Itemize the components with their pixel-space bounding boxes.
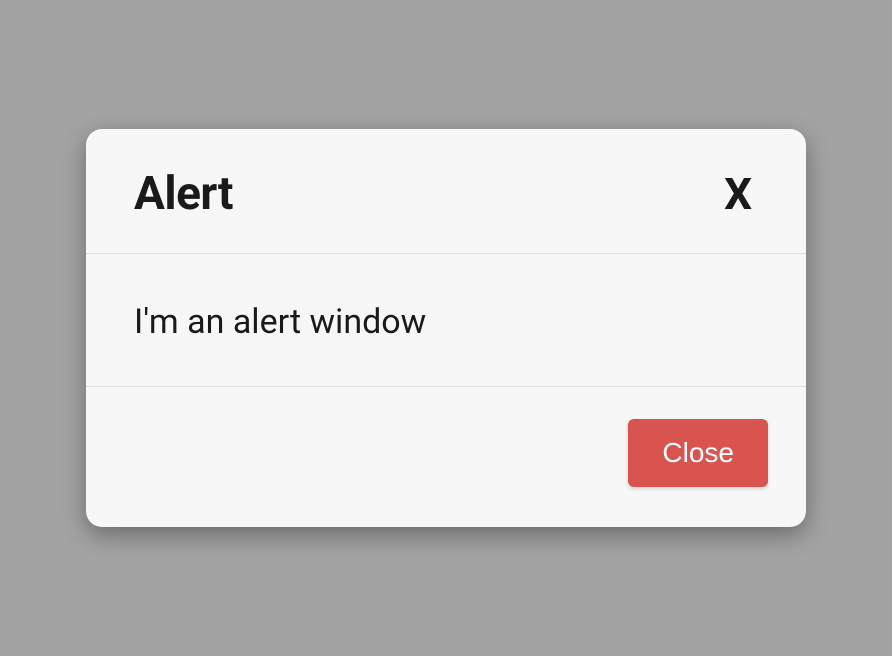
close-button[interactable]: Close xyxy=(628,419,768,487)
dialog-body: I'm an alert window xyxy=(86,254,806,387)
close-icon[interactable]: X xyxy=(718,168,758,220)
dialog-title: Alert xyxy=(134,167,233,221)
dialog-footer: Close xyxy=(86,387,806,527)
dialog-message: I'm an alert window xyxy=(134,302,758,342)
alert-dialog: Alert X I'm an alert window Close xyxy=(86,129,806,527)
dialog-header: Alert X xyxy=(86,129,806,254)
